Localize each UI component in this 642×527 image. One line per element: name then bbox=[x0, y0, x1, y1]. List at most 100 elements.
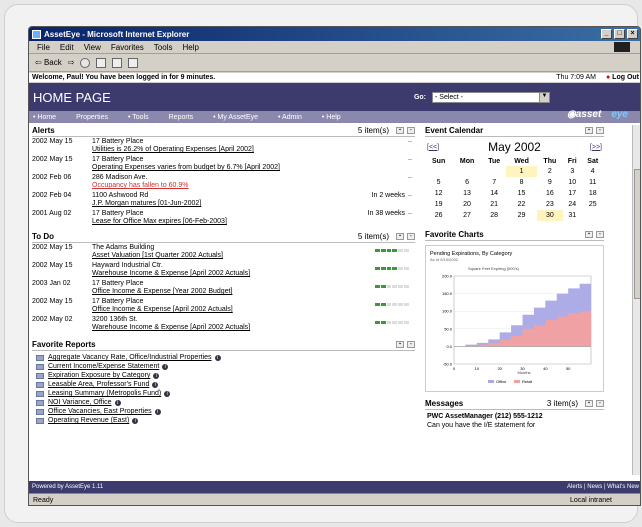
calendar-day[interactable]: 20 bbox=[452, 199, 482, 210]
calendar-day[interactable]: 12 bbox=[425, 188, 452, 199]
calendar-day[interactable]: 26 bbox=[425, 210, 452, 221]
home-icon[interactable] bbox=[112, 57, 123, 68]
dismiss-icon[interactable]: – bbox=[405, 174, 415, 190]
calendar-day[interactable]: 16 bbox=[537, 188, 563, 199]
options-icon[interactable]: ▪ bbox=[585, 231, 593, 238]
calendar-day[interactable]: 4 bbox=[581, 166, 604, 177]
menu-favorites[interactable]: Favorites bbox=[111, 43, 144, 52]
nav-home[interactable]: • Home bbox=[33, 114, 66, 121]
report-link[interactable]: Current Income/Expense Statement bbox=[48, 362, 159, 371]
dismiss-icon[interactable]: – bbox=[405, 192, 415, 208]
calendar-day[interactable]: 28 bbox=[482, 210, 507, 221]
dismiss-icon[interactable]: – bbox=[405, 138, 415, 154]
expirations-chart[interactable]: Pending Expirations, By Category As of 5… bbox=[425, 245, 604, 392]
calendar-day[interactable]: 29 bbox=[506, 210, 536, 221]
footer-links[interactable]: Alerts | News | What's New bbox=[567, 484, 639, 490]
report-link[interactable]: Aggregate Vacancy Rate, Office/Industria… bbox=[48, 353, 212, 362]
alert-link[interactable]: Operating Expenses varies from budget by… bbox=[92, 164, 345, 172]
calendar-day[interactable]: 23 bbox=[537, 199, 563, 210]
page-scrollbar[interactable] bbox=[632, 125, 640, 475]
info-icon[interactable]: i bbox=[132, 417, 139, 424]
calendar-day[interactable]: 18 bbox=[581, 188, 604, 199]
menu-view[interactable]: View bbox=[84, 43, 101, 52]
calendar-day[interactable]: 27 bbox=[452, 210, 482, 221]
calendar-day[interactable]: 24 bbox=[563, 199, 581, 210]
info-icon[interactable]: i bbox=[114, 399, 121, 406]
todo-link[interactable]: Asset Valuation [1st Quarter 2002 Actual… bbox=[92, 252, 375, 260]
calendar-day[interactable]: 13 bbox=[452, 188, 482, 199]
info-icon[interactable]: i bbox=[153, 372, 160, 379]
info-icon[interactable]: i bbox=[214, 354, 221, 361]
menu-edit[interactable]: Edit bbox=[60, 43, 74, 52]
minimize-panel-icon[interactable]: - bbox=[407, 127, 415, 134]
nav-myasseteye[interactable]: • My AssetEye bbox=[213, 114, 268, 121]
minimize-panel-icon[interactable]: - bbox=[596, 127, 604, 134]
calendar-day[interactable]: 9 bbox=[537, 177, 563, 188]
todo-link[interactable]: Office Income & Expense [Year 2002 Budge… bbox=[92, 288, 375, 296]
calendar-day[interactable]: 11 bbox=[581, 177, 604, 188]
alert-link[interactable]: Utilities is 26.2% of Operating Expenses… bbox=[92, 146, 345, 154]
calendar-day[interactable]: 7 bbox=[482, 177, 507, 188]
minimize-panel-icon[interactable]: - bbox=[407, 233, 415, 240]
report-link[interactable]: Office Vacancies, East Properties bbox=[48, 407, 152, 416]
minimize-panel-icon[interactable]: - bbox=[596, 400, 604, 407]
todo-link[interactable]: Warehouse Income & Expense [April 2002 A… bbox=[92, 324, 375, 332]
options-icon[interactable]: ▪ bbox=[396, 127, 404, 134]
nav-reports[interactable]: Reports bbox=[169, 114, 204, 121]
maximize-button[interactable]: □ bbox=[614, 29, 625, 39]
report-link[interactable]: Operating Revenue (East) bbox=[48, 416, 129, 425]
alert-link[interactable]: Occupancy has fallen to 60.9% bbox=[92, 182, 345, 190]
nav-admin[interactable]: • Admin bbox=[278, 114, 312, 121]
report-item[interactable]: Leasing Summary (Metropolis Fund) i bbox=[32, 389, 415, 398]
alert-link[interactable]: J.P. Morgan matures [01-Jun-2002] bbox=[92, 200, 345, 208]
close-button[interactable]: × bbox=[627, 29, 638, 39]
report-link[interactable]: NOI Variance, Office bbox=[48, 398, 112, 407]
report-link[interactable]: Leasable Area, Professor's Fund bbox=[48, 380, 149, 389]
menu-help[interactable]: Help bbox=[182, 43, 198, 52]
calendar-day[interactable]: 19 bbox=[425, 199, 452, 210]
calendar-day[interactable]: 1 bbox=[506, 166, 537, 177]
calendar-day[interactable]: 3 bbox=[563, 166, 581, 177]
minimize-panel-icon[interactable]: - bbox=[596, 231, 604, 238]
dismiss-icon[interactable]: – bbox=[405, 210, 415, 226]
calendar-day[interactable]: 31 bbox=[563, 210, 581, 221]
calendar-day[interactable]: 15 bbox=[506, 188, 536, 199]
calendar-day[interactable]: 30 bbox=[536, 210, 564, 221]
calendar-day[interactable]: 22 bbox=[506, 199, 536, 210]
options-icon[interactable]: ▪ bbox=[585, 400, 593, 407]
report-item[interactable]: Leasable Area, Professor's Fund i bbox=[32, 380, 415, 389]
info-icon[interactable]: i bbox=[154, 408, 161, 415]
options-icon[interactable]: ▪ bbox=[396, 233, 404, 240]
report-item[interactable]: Expiration Exposure by Category i bbox=[32, 371, 415, 380]
nav-properties[interactable]: Properties bbox=[76, 114, 118, 121]
calendar-day[interactable]: 6 bbox=[452, 177, 482, 188]
calendar-day[interactable]: 17 bbox=[563, 188, 581, 199]
calendar-day[interactable]: 21 bbox=[482, 199, 507, 210]
info-icon[interactable]: i bbox=[162, 363, 169, 370]
minimize-panel-icon[interactable]: - bbox=[407, 341, 415, 348]
alert-link[interactable]: Lease for Office Max expires [06-Feb-200… bbox=[92, 218, 345, 226]
search-icon[interactable] bbox=[128, 57, 139, 68]
dismiss-icon[interactable]: – bbox=[405, 156, 415, 172]
report-item[interactable]: Aggregate Vacancy Rate, Office/Industria… bbox=[32, 353, 415, 362]
options-icon[interactable]: ▪ bbox=[585, 127, 593, 134]
report-item[interactable]: Current Income/Expense Statement i bbox=[32, 362, 415, 371]
info-icon[interactable]: i bbox=[152, 381, 159, 388]
calendar-day[interactable]: 2 bbox=[537, 166, 563, 177]
calendar-day[interactable]: 14 bbox=[482, 188, 507, 199]
refresh-icon[interactable] bbox=[96, 57, 107, 68]
todo-link[interactable]: Office Income & Expense [April 2002 Actu… bbox=[92, 306, 375, 314]
report-item[interactable]: Office Vacancies, East Properties i bbox=[32, 407, 415, 416]
calendar-next-link[interactable]: [>>] bbox=[590, 144, 602, 151]
report-link[interactable]: Expiration Exposure by Category bbox=[48, 371, 150, 380]
forward-button[interactable]: ⇨ bbox=[68, 58, 75, 67]
report-link[interactable]: Leasing Summary (Metropolis Fund) bbox=[48, 389, 161, 398]
todo-link[interactable]: Warehouse Income & Expense [April 2002 A… bbox=[92, 270, 375, 278]
info-icon[interactable]: i bbox=[164, 390, 171, 397]
calendar-day[interactable]: 10 bbox=[563, 177, 581, 188]
logout-link[interactable]: ● Log Out bbox=[606, 74, 639, 81]
scrollbar-thumb[interactable] bbox=[634, 169, 640, 299]
back-button[interactable]: ⇦ Back bbox=[35, 58, 62, 67]
report-item[interactable]: NOI Variance, Office i bbox=[32, 398, 415, 407]
calendar-day[interactable]: 25 bbox=[581, 199, 604, 210]
